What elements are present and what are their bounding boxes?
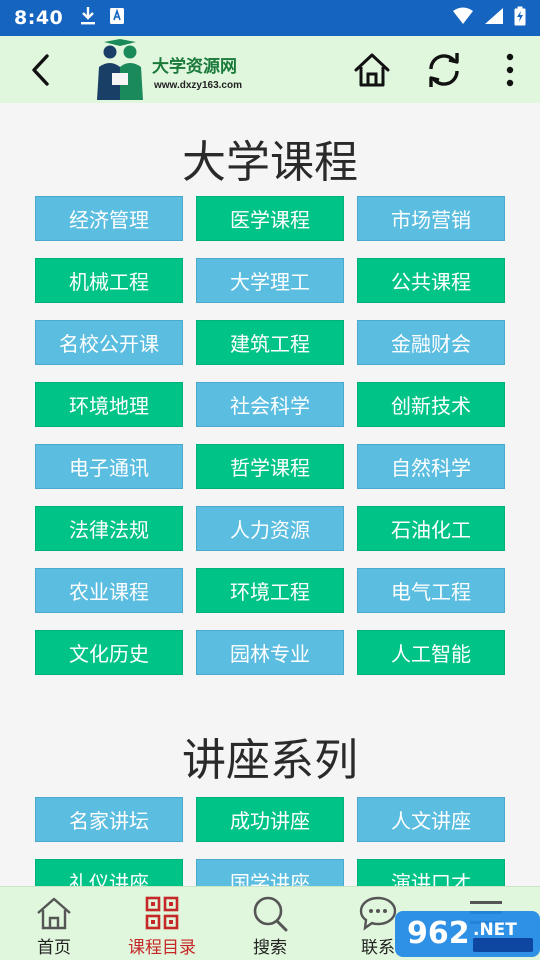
watermark-logo-icon: 962 .NET: [395, 911, 540, 957]
battery-icon: [514, 6, 526, 30]
graduates-logo-icon: [97, 39, 143, 100]
course-tile[interactable]: 名校公开课: [35, 320, 183, 365]
course-tile[interactable]: 环境工程: [196, 568, 344, 613]
more-vertical-icon: [506, 53, 514, 86]
svg-text:962: 962: [407, 916, 470, 951]
lecture-tile[interactable]: 名家讲坛: [35, 797, 183, 842]
course-tile[interactable]: 市场营销: [357, 196, 505, 241]
site-watermark: 962 .NET: [395, 905, 540, 960]
course-tile[interactable]: 文化历史: [35, 630, 183, 675]
course-tile[interactable]: 公共课程: [357, 258, 505, 303]
course-tile[interactable]: 园林专业: [196, 630, 344, 675]
lectures-grid: 名家讲坛 成功讲座 人文讲座礼仪讲座 国学讲座 演讲口才: [35, 797, 505, 886]
course-tile[interactable]: 自然科学: [357, 444, 505, 489]
course-tile[interactable]: 人力资源: [196, 506, 344, 551]
wifi-icon: [452, 7, 474, 29]
status-bar: 8:40: [0, 0, 540, 36]
lecture-tile[interactable]: 人文讲座: [357, 797, 505, 842]
lecture-tile[interactable]: 礼仪讲座: [35, 859, 183, 886]
refresh-icon: [429, 52, 459, 87]
svg-text:.NET: .NET: [473, 920, 517, 940]
nav-label: 课程目录: [128, 938, 196, 958]
courses-section-title: 大学课程: [182, 137, 358, 188]
course-tile[interactable]: 社会科学: [196, 382, 344, 427]
course-tile[interactable]: 金融财会: [357, 320, 505, 365]
signal-icon: [484, 7, 504, 29]
lecture-tile[interactable]: 国学讲座: [196, 859, 344, 886]
nav-label: 搜索: [253, 938, 287, 958]
course-tile[interactable]: 人工智能: [357, 630, 505, 675]
course-tile[interactable]: 法律法规: [35, 506, 183, 551]
nav-item-search[interactable]: 搜索: [216, 887, 324, 960]
home-outline-icon: [37, 897, 71, 930]
search-icon: [253, 896, 288, 932]
logo-title: 大学资源网: [152, 57, 237, 77]
course-tile[interactable]: 石油化工: [357, 506, 505, 551]
back-button[interactable]: [0, 36, 80, 103]
course-tile[interactable]: 哲学课程: [196, 444, 344, 489]
lecture-tile[interactable]: 成功讲座: [196, 797, 344, 842]
notification-app-icon: [109, 7, 125, 29]
course-tile[interactable]: 电气工程: [357, 568, 505, 613]
course-tile[interactable]: 环境地理: [35, 382, 183, 427]
app-header: 大学资源网 www.dxzy163.com: [0, 36, 540, 103]
course-tile[interactable]: 建筑工程: [196, 320, 344, 365]
lectures-section-title: 讲座系列: [182, 735, 358, 786]
nav-item-home[interactable]: 首页: [0, 887, 108, 960]
course-tile[interactable]: 经济管理: [35, 196, 183, 241]
course-tile[interactable]: 电子通讯: [35, 444, 183, 489]
grid-icon: [145, 896, 179, 930]
home-button[interactable]: [336, 36, 408, 103]
site-logo: 大学资源网 www.dxzy163.com: [90, 38, 260, 102]
download-icon: [79, 6, 97, 30]
home-icon: [354, 53, 390, 86]
nav-label: 首页: [37, 938, 71, 958]
course-tile[interactable]: 医学课程: [196, 196, 344, 241]
logo-url: www.dxzy163.com: [154, 80, 242, 91]
course-tile[interactable]: 大学理工: [196, 258, 344, 303]
courses-grid: 经济管理 医学课程 市场营销机械工程 大学理工 公共课程名校公开课 建筑工程 金融财会环境地…: [35, 196, 505, 675]
nav-item-course-catalog[interactable]: 课程目录: [108, 887, 216, 960]
lecture-tile[interactable]: 演讲口才: [357, 859, 505, 886]
refresh-button[interactable]: [408, 36, 480, 103]
chevron-left-icon: [32, 53, 49, 86]
status-time: 8:40: [14, 7, 64, 29]
course-tile[interactable]: 农业课程: [35, 568, 183, 613]
course-tile[interactable]: 创新技术: [357, 382, 505, 427]
course-tile[interactable]: 机械工程: [35, 258, 183, 303]
chat-icon: [359, 896, 397, 931]
more-menu-button[interactable]: [480, 36, 540, 103]
course-catalog[interactable]: 大学课程 经济管理 医学课程 市场营销机械工程 大学理工 公共课程名校公开课 建筑工程 金融…: [0, 103, 540, 886]
